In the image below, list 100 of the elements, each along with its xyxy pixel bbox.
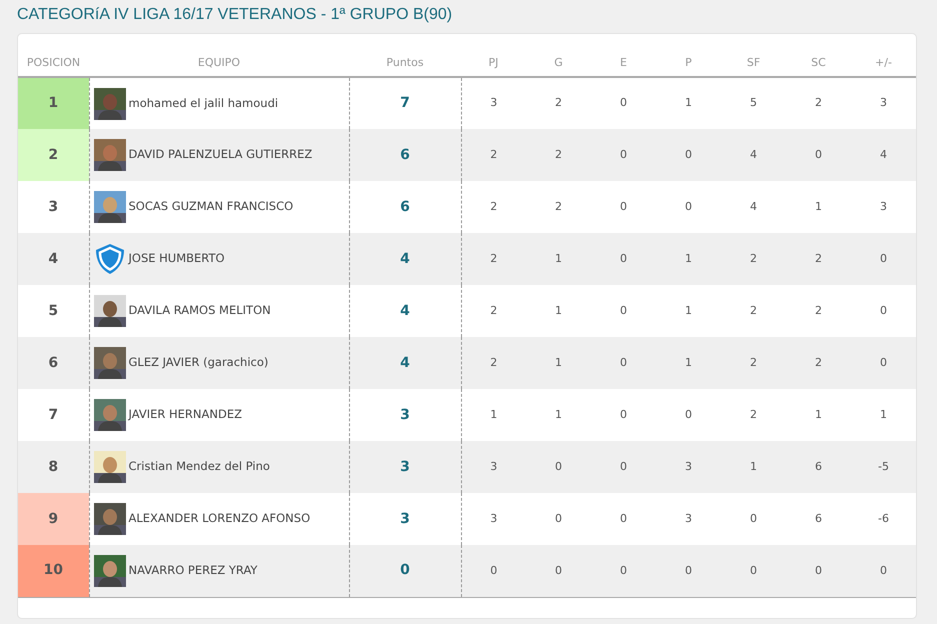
column-header: P <box>656 50 721 77</box>
table-cell: 2 <box>461 129 526 181</box>
position-cell: 2 <box>18 129 89 181</box>
column-header: SC <box>786 50 851 77</box>
position-cell: 9 <box>18 493 89 545</box>
table-cell: 1 <box>656 233 721 285</box>
table-cell: 1 <box>656 337 721 389</box>
table-cell: 1 <box>786 181 851 233</box>
team-name: JAVIER HERNANDEZ <box>128 406 242 424</box>
table-cell: 0 <box>851 285 916 337</box>
table-cell: 0 <box>656 181 721 233</box>
table-cell: 2 <box>786 337 851 389</box>
table-cell: -6 <box>851 493 916 545</box>
table-cell: 3 <box>461 441 526 493</box>
table-cell: 0 <box>656 545 721 597</box>
team-name: DAVID PALENZUELA GUTIERREZ <box>128 146 312 164</box>
table-cell: 0 <box>526 545 591 597</box>
table-cell: 3 <box>656 441 721 493</box>
table-cell: 2 <box>721 337 786 389</box>
table-cell: 0 <box>721 545 786 597</box>
table-cell: 4 <box>721 181 786 233</box>
table-cell: 2 <box>786 77 851 129</box>
table-cell: 3 <box>851 181 916 233</box>
table-cell: 0 <box>786 545 851 597</box>
table-cell: 2 <box>461 337 526 389</box>
table-cell: 0 <box>526 441 591 493</box>
table-cell: 1 <box>526 389 591 441</box>
column-header: SF <box>721 50 786 77</box>
table-cell: 3 <box>656 493 721 545</box>
table-cell: 4 <box>721 129 786 181</box>
position-cell: 7 <box>18 389 89 441</box>
table-cell: 0 <box>656 389 721 441</box>
position-cell: 1 <box>18 77 89 129</box>
table-cell: 0 <box>591 545 656 597</box>
table-cell: 0 <box>786 129 851 181</box>
shield-icon <box>94 243 126 275</box>
team-name: ALEXANDER LORENZO AFONSO <box>128 510 310 528</box>
table-cell: 1 <box>526 233 591 285</box>
team-name: SOCAS GUZMAN FRANCISCO <box>128 198 294 216</box>
table-cell: 2 <box>526 77 591 129</box>
page-title: CATEGORíA IV LIGA 16/17 VETERANOS - 1ª GRUPO B(90) <box>16 5 454 25</box>
table-cell: 0 <box>591 389 656 441</box>
position-cell: 6 <box>18 337 89 389</box>
table-cell: 0 <box>461 545 526 597</box>
position-cell: 3 <box>18 181 89 233</box>
points-cell: 6 <box>349 129 461 181</box>
table-cell: 2 <box>786 233 851 285</box>
table-cell: 1 <box>526 285 591 337</box>
points-cell: 0 <box>349 545 461 597</box>
position-cell: 10 <box>18 545 89 597</box>
table-cell: 4 <box>851 129 916 181</box>
table-cell: 1 <box>851 389 916 441</box>
table-cell: 0 <box>851 233 916 285</box>
column-header: Puntos <box>349 50 461 77</box>
team-name: JOSE HUMBERTO <box>128 250 225 268</box>
team-name: mohamed el jalil hamoudi <box>128 94 278 112</box>
points-cell: 4 <box>349 233 461 285</box>
position-cell: 4 <box>18 233 89 285</box>
table-cell: 0 <box>851 545 916 597</box>
column-header: PJ <box>461 50 526 77</box>
table-cell: 2 <box>786 285 851 337</box>
column-header: G <box>526 50 591 77</box>
team-name: DAVILA RAMOS MELITON <box>128 302 271 320</box>
table-cell: 6 <box>786 493 851 545</box>
table-cell: 1 <box>656 77 721 129</box>
team-name: Cristian Mendez del Pino <box>128 458 270 476</box>
column-header: EQUIPO <box>89 50 349 77</box>
team-name: GLEZ JAVIER (garachico) <box>128 354 268 372</box>
team-name: NAVARRO PEREZ YRAY <box>128 562 258 580</box>
points-cell: 4 <box>349 337 461 389</box>
table-cell: 2 <box>461 233 526 285</box>
table-cell: 3 <box>851 77 916 129</box>
table-cell: 1 <box>786 389 851 441</box>
table-cell: 0 <box>591 493 656 545</box>
table-cell: 0 <box>656 129 721 181</box>
table-cell: 5 <box>721 77 786 129</box>
table-cell: 0 <box>591 77 656 129</box>
points-cell: 3 <box>349 441 461 493</box>
table-cell: 0 <box>591 441 656 493</box>
column-header: E <box>591 50 656 77</box>
table-cell: -5 <box>851 441 916 493</box>
table-cell: 0 <box>591 337 656 389</box>
column-header: +/- <box>851 50 916 77</box>
table-cell: 1 <box>526 337 591 389</box>
table-cell: 0 <box>591 285 656 337</box>
table-cell: 0 <box>526 493 591 545</box>
table-cell: 0 <box>591 181 656 233</box>
table-cell: 1 <box>721 441 786 493</box>
table-cell: 0 <box>591 233 656 285</box>
table-cell: 2 <box>526 181 591 233</box>
table-cell: 2 <box>721 285 786 337</box>
table-cell: 0 <box>721 493 786 545</box>
position-cell: 5 <box>18 285 89 337</box>
table-cell: 0 <box>851 337 916 389</box>
table-cell: 2 <box>721 233 786 285</box>
table-cell: 2 <box>526 129 591 181</box>
position-cell: 8 <box>18 441 89 493</box>
table-cell: 0 <box>591 129 656 181</box>
table-cell: 1 <box>656 285 721 337</box>
table-cell: 2 <box>721 389 786 441</box>
